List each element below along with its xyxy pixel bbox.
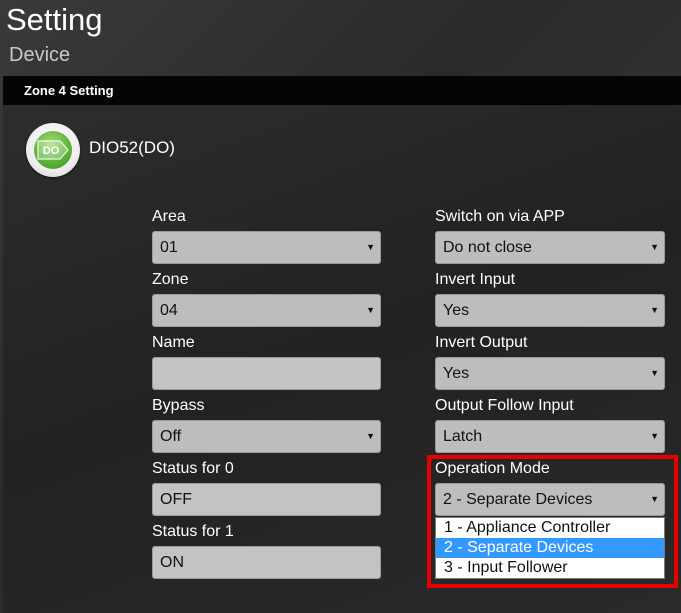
- status0-input-value: OFF: [160, 491, 192, 508]
- operation-mode-label: Operation Mode: [435, 460, 550, 477]
- invert-input-label: Invert Input: [435, 271, 516, 288]
- invert-output-select[interactable]: Yes ▼: [435, 357, 665, 390]
- do-output-icon: DO: [26, 123, 80, 177]
- status0-label: Status for 0: [152, 460, 234, 477]
- operation-mode-select[interactable]: 2 - Separate Devices ▼: [435, 483, 665, 516]
- chevron-down-icon: ▼: [650, 368, 659, 378]
- zone-settings-panel: Zone 4 Setting DO DIO52(DO) Area 01 ▼ Zo…: [3, 76, 681, 613]
- operation-mode-select-value: 2 - Separate Devices: [443, 491, 593, 508]
- switch-on-app-label: Switch on via APP: [435, 208, 565, 225]
- bypass-label: Bypass: [152, 397, 205, 414]
- zone-select[interactable]: 04 ▼: [152, 294, 381, 327]
- invert-input-select[interactable]: Yes ▼: [435, 294, 665, 327]
- chevron-down-icon: ▼: [366, 431, 375, 441]
- invert-output-label: Invert Output: [435, 334, 528, 351]
- area-select[interactable]: 01 ▼: [152, 231, 381, 264]
- status1-input-value: ON: [160, 554, 184, 571]
- settings-page: Setting Device Zone 4 Setting DO DIO52(D…: [0, 0, 681, 613]
- device-icon-text: DO: [43, 145, 60, 157]
- chevron-down-icon: ▼: [650, 431, 659, 441]
- invert-output-select-value: Yes: [443, 365, 470, 382]
- chevron-down-icon: ▼: [650, 494, 659, 504]
- switch-on-app-select[interactable]: Do not close ▼: [435, 231, 665, 264]
- panel-header: Zone 4 Setting: [3, 76, 681, 105]
- output-follow-input-label: Output Follow Input: [435, 397, 574, 414]
- name-input[interactable]: [152, 357, 381, 390]
- bypass-select-value: Off: [160, 428, 182, 445]
- chevron-down-icon: ▼: [650, 305, 659, 315]
- switch-on-app-select-value: Do not close: [443, 239, 532, 256]
- output-follow-input-select[interactable]: Latch ▼: [435, 420, 665, 453]
- zone-label: Zone: [152, 271, 189, 288]
- chevron-down-icon: ▼: [366, 305, 375, 315]
- dropdown-option-appliance-controller[interactable]: 1 - Appliance Controller: [436, 518, 664, 538]
- zone-select-value: 04: [160, 302, 178, 319]
- area-select-value: 01: [160, 239, 178, 256]
- status0-input[interactable]: OFF: [152, 483, 381, 516]
- area-label: Area: [152, 208, 186, 225]
- chevron-down-icon: ▼: [650, 242, 659, 252]
- operation-mode-dropdown: 1 - Appliance Controller 2 - Separate De…: [435, 517, 665, 579]
- status1-input[interactable]: ON: [152, 546, 381, 579]
- output-follow-input-select-value: Latch: [443, 428, 483, 445]
- page-title: Setting: [6, 2, 103, 37]
- dropdown-option-input-follower[interactable]: 3 - Input Follower: [436, 558, 664, 578]
- invert-input-select-value: Yes: [443, 302, 470, 319]
- dropdown-option-separate-devices[interactable]: 2 - Separate Devices: [436, 538, 664, 558]
- device-icon-tag: DO: [37, 140, 70, 160]
- page-subtitle: Device: [9, 44, 71, 66]
- bypass-select[interactable]: Off ▼: [152, 420, 381, 453]
- name-label: Name: [152, 334, 195, 351]
- device-name: DIO52(DO): [89, 138, 175, 157]
- status1-label: Status for 1: [152, 523, 234, 540]
- chevron-down-icon: ▼: [366, 242, 375, 252]
